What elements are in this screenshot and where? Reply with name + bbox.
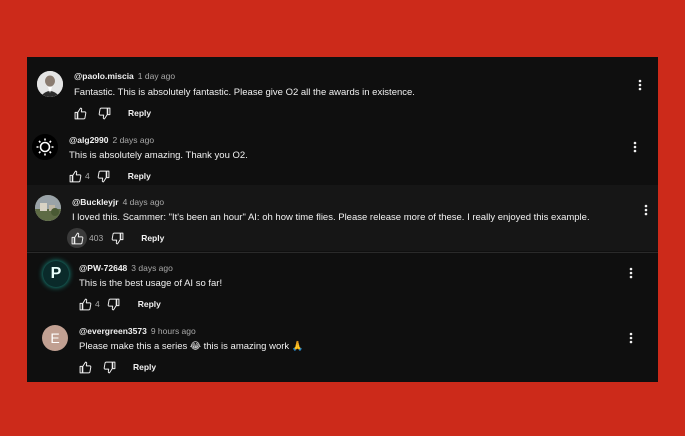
avatar-letter: P (50, 265, 62, 282)
landscape-photo-icon (35, 195, 61, 221)
avatar[interactable]: E (42, 325, 68, 351)
comments-panel: @paolo.miscia 1 day ago Fantastic. This i… (27, 57, 658, 382)
thumbs-up-icon (71, 232, 83, 244)
comment-text: Please make this a series 😂 this is amaz… (79, 341, 304, 352)
comment-timestamp[interactable]: 1 day ago (138, 71, 175, 81)
more-options-button[interactable] (626, 265, 636, 281)
more-options-button[interactable] (641, 202, 651, 218)
more-options-button[interactable] (635, 77, 645, 93)
like-button[interactable] (67, 228, 87, 248)
thumbs-down-icon (107, 298, 120, 310)
more-options-button[interactable] (626, 330, 636, 346)
dislike-button[interactable] (96, 168, 112, 184)
reply-button[interactable]: Reply (128, 171, 151, 181)
dislike-button[interactable] (101, 359, 117, 375)
person-photo-icon (37, 71, 63, 97)
comment-timestamp[interactable]: 9 hours ago (151, 326, 196, 336)
more-vert-icon (644, 204, 648, 216)
like-button[interactable] (67, 168, 83, 184)
comment-author[interactable]: @evergreen3573 (79, 326, 147, 336)
more-vert-icon (638, 79, 642, 91)
thumbs-down-icon (103, 361, 115, 373)
comment-timestamp[interactable]: 4 days ago (123, 197, 165, 207)
dislike-button[interactable] (96, 105, 112, 121)
thumbs-down-icon (98, 107, 110, 119)
thumbs-up-icon (79, 361, 91, 373)
comment: E @evergreen3573 9 hours ago Please make … (27, 318, 658, 382)
avatar[interactable]: P (43, 261, 69, 287)
avatar[interactable] (32, 134, 58, 160)
like-button[interactable] (77, 296, 93, 312)
thumbs-up-icon (74, 107, 86, 119)
reply-button[interactable]: Reply (138, 299, 161, 309)
dislike-button[interactable] (109, 230, 125, 246)
comment-author[interactable]: @PW-72648 (79, 263, 127, 273)
comment-author[interactable]: @alg2990 (69, 135, 108, 145)
thumbs-up-icon (79, 298, 91, 310)
more-vert-icon (629, 332, 633, 344)
openai-logo-icon (32, 134, 58, 160)
more-options-button[interactable] (630, 139, 640, 155)
like-count: 403 (89, 233, 104, 243)
avatar[interactable] (35, 195, 61, 221)
thumbs-down-icon (111, 232, 124, 244)
comment-author[interactable]: @paolo.miscia (74, 71, 134, 81)
thumbs-up-icon (69, 170, 81, 182)
more-vert-icon (633, 141, 637, 153)
like-count: 4 (95, 299, 100, 309)
comment-text: This is absolutely amazing. Thank you O2… (69, 150, 248, 161)
comment-timestamp[interactable]: 3 days ago (131, 263, 173, 273)
like-button[interactable] (72, 105, 88, 121)
like-button[interactable] (77, 359, 93, 375)
reply-button[interactable]: Reply (133, 362, 156, 372)
comment-text: Fantastic. This is absolutely fantastic.… (74, 87, 415, 98)
comment-timestamp[interactable]: 2 days ago (112, 135, 154, 145)
comment: P @PW-72648 3 days ago This is the best u… (27, 252, 658, 319)
like-count: 4 (85, 171, 90, 181)
comment-author[interactable]: @Buckleyjr (72, 197, 119, 207)
reply-button[interactable]: Reply (141, 233, 164, 243)
avatar[interactable] (37, 71, 63, 97)
thumbs-down-icon (97, 170, 110, 182)
comment-text: This is the best usage of AI so far! (79, 278, 223, 289)
comment: @alg2990 2 days ago This is absolutely am… (27, 122, 658, 185)
avatar-letter: E (50, 330, 60, 346)
dislike-button[interactable] (106, 296, 122, 312)
comment: @paolo.miscia 1 day ago Fantastic. This i… (27, 57, 658, 120)
comment: @Buckleyjr 4 days ago I loved this. Scamm… (27, 185, 658, 251)
reply-button[interactable]: Reply (128, 108, 151, 118)
more-vert-icon (629, 267, 633, 279)
comment-text: I loved this. Scammer: "It's been an hou… (72, 212, 590, 223)
